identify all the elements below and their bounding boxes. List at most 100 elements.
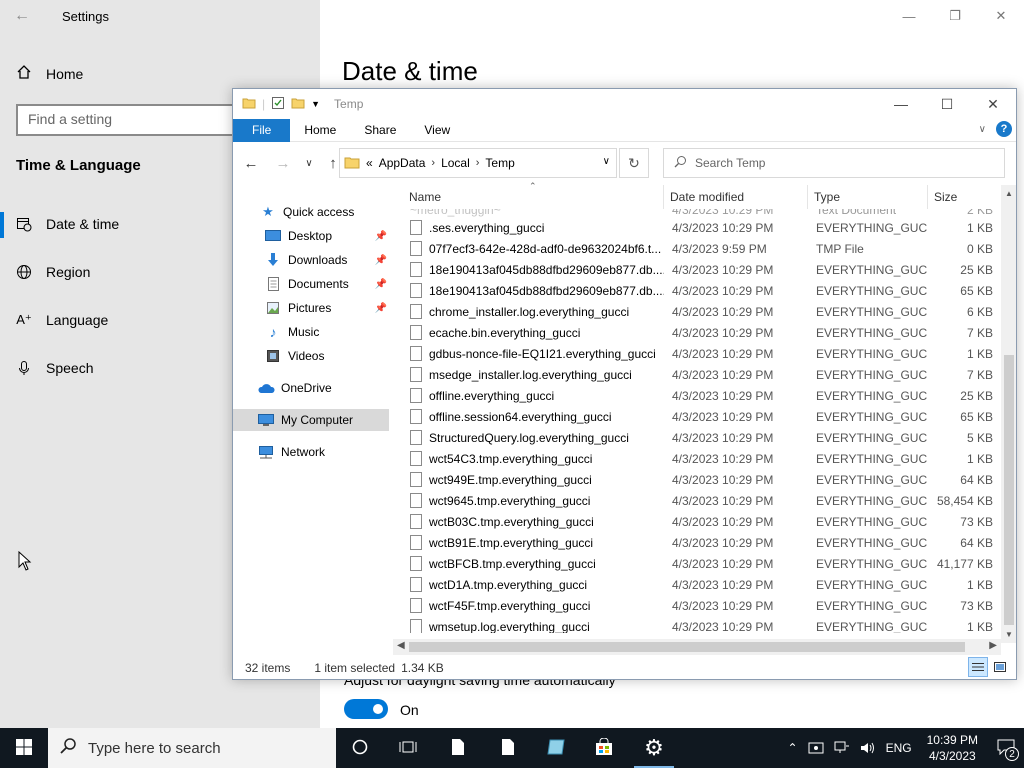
recent-locations-icon[interactable]: ∨: [297, 158, 321, 169]
table-row[interactable]: offline.everything_gucci 4/3/2023 10:29 P…: [403, 385, 1003, 406]
table-row[interactable]: wctF45F.tmp.everything_gucci 4/3/2023 10:…: [403, 595, 1003, 616]
back-arrow-icon[interactable]: ←: [239, 155, 263, 172]
taskbar-app-document-2[interactable]: [484, 728, 532, 768]
help-button[interactable]: ?: [996, 121, 1012, 137]
nav-my-computer[interactable]: My Computer: [233, 409, 389, 431]
horizontal-scrollbar[interactable]: ◀ ▶: [393, 639, 1001, 655]
chevron-right-icon[interactable]: ›: [431, 157, 435, 169]
restore-button[interactable]: ❐: [932, 0, 978, 32]
table-row[interactable]: wctB91E.tmp.everything_gucci 4/3/2023 10:…: [403, 532, 1003, 553]
scroll-down-icon[interactable]: ▼: [1001, 630, 1016, 639]
nav-network[interactable]: Network: [233, 441, 389, 463]
action-center-button[interactable]: 2: [988, 728, 1024, 768]
close-button[interactable]: ✕: [978, 0, 1024, 32]
table-row[interactable]: wmsetup.log.everything_gucci 4/3/2023 10:…: [403, 616, 1003, 633]
table-row[interactable]: StructuredQuery.log.everything_gucci 4/3/…: [403, 427, 1003, 448]
address-bar[interactable]: « AppData › Local › Temp ∨: [339, 148, 617, 178]
table-row[interactable]: .ses.everything_gucci 4/3/2023 10:29 PM EV…: [403, 217, 1003, 238]
table-row[interactable]: offline.session64.everything_gucci 4/3/20…: [403, 406, 1003, 427]
table-row[interactable]: wct54C3.tmp.everything_gucci 4/3/2023 10:…: [403, 448, 1003, 469]
nav-videos[interactable]: Videos: [233, 345, 389, 367]
close-button[interactable]: ✕: [970, 89, 1016, 119]
table-row[interactable]: ~metro_thuggin~ 4/3/2023 10:29 PM Text D…: [403, 209, 1003, 217]
pin-icon[interactable]: 📌: [375, 279, 387, 290]
clock[interactable]: 10:39 PM 4/3/2023: [917, 732, 988, 764]
nav-quick-access[interactable]: ★ Quick access: [233, 201, 389, 223]
breadcrumb-local[interactable]: Local: [441, 156, 470, 170]
nav-onedrive[interactable]: OneDrive: [233, 377, 389, 399]
scroll-up-icon[interactable]: ▲: [1001, 189, 1016, 198]
pin-icon[interactable]: 📌: [375, 231, 387, 242]
find-setting-input[interactable]: Find a setting: [16, 104, 246, 136]
breadcrumb-appdata[interactable]: AppData: [379, 156, 426, 170]
taskbar-app-document-1[interactable]: [434, 728, 482, 768]
start-button[interactable]: [0, 728, 48, 768]
scrollbar-thumb[interactable]: [409, 642, 965, 652]
forward-arrow-icon[interactable]: →: [271, 155, 295, 172]
input-language[interactable]: ENG: [881, 741, 917, 755]
nav-downloads[interactable]: Downloads 📌: [233, 249, 389, 271]
minimize-button[interactable]: —: [886, 0, 932, 32]
address-overflow[interactable]: «: [366, 156, 373, 170]
scrollbar-thumb[interactable]: [1004, 355, 1014, 625]
tray-app-icon[interactable]: [803, 741, 829, 755]
back-arrow-icon[interactable]: ←: [14, 7, 30, 25]
dst-toggle[interactable]: [344, 699, 388, 719]
column-header-size[interactable]: Size: [928, 185, 1003, 209]
chevron-right-icon[interactable]: ›: [476, 157, 480, 169]
tab-home[interactable]: Home: [290, 119, 350, 142]
breadcrumb-temp[interactable]: Temp: [485, 156, 514, 170]
network-status-icon[interactable]: [829, 741, 855, 755]
customize-toolbar-icon[interactable]: ▼: [311, 99, 320, 109]
table-row[interactable]: 07f7ecf3-642e-428d-adf0-de9632024bf6.t..…: [403, 238, 1003, 259]
nav-pictures[interactable]: Pictures 📌: [233, 297, 389, 319]
search-input[interactable]: Search Temp: [663, 148, 1005, 178]
taskbar-app-settings[interactable]: ⚙: [630, 728, 678, 768]
scroll-left-icon[interactable]: ◀: [397, 640, 405, 651]
chevron-up-icon[interactable]: ⌃: [783, 741, 803, 755]
table-row[interactable]: wct949E.tmp.everything_gucci 4/3/2023 10:…: [403, 469, 1003, 490]
taskbar-app-store[interactable]: [580, 728, 628, 768]
expand-ribbon-icon[interactable]: ∨: [979, 124, 986, 135]
table-row[interactable]: msedge_installer.log.everything_gucci 4/3…: [403, 364, 1003, 385]
minimize-button[interactable]: —: [878, 89, 924, 119]
table-row[interactable]: ecache.bin.everything_gucci 4/3/2023 10:2…: [403, 322, 1003, 343]
settings-home[interactable]: Home: [16, 64, 83, 83]
table-row[interactable]: 18e190413af045db88dfbd29609eb877.db.... 4…: [403, 259, 1003, 280]
tab-share[interactable]: Share: [350, 119, 410, 142]
chevron-down-icon[interactable]: ∨: [603, 156, 610, 167]
taskbar-app-notepad[interactable]: [532, 728, 580, 768]
nav-desktop[interactable]: Desktop 📌: [233, 225, 389, 247]
table-row[interactable]: wctB03C.tmp.everything_gucci 4/3/2023 10:…: [403, 511, 1003, 532]
taskbar-search[interactable]: Type here to search: [48, 728, 336, 768]
settings-nav-region[interactable]: Region: [16, 264, 90, 280]
vertical-scrollbar[interactable]: ▲ ▼: [1001, 185, 1016, 643]
properties-icon[interactable]: [271, 96, 285, 113]
column-header-date[interactable]: Date modified: [664, 185, 808, 209]
large-icons-view-icon[interactable]: [990, 657, 1010, 677]
table-row[interactable]: gdbus-nonce-file-EQ1I21.everything_gucci…: [403, 343, 1003, 364]
column-header-type[interactable]: Type: [808, 185, 928, 209]
volume-icon[interactable]: [855, 741, 881, 755]
maximize-button[interactable]: ☐: [924, 89, 970, 119]
cortana-button[interactable]: [336, 728, 384, 768]
settings-nav-date-time[interactable]: Date & time: [16, 216, 119, 232]
pin-icon[interactable]: 📌: [375, 255, 387, 266]
nav-documents[interactable]: Documents 📌: [233, 273, 389, 295]
explorer-titlebar[interactable]: | ▼ Temp — ☐ ✕: [233, 89, 1016, 119]
settings-nav-speech[interactable]: Speech: [16, 360, 93, 376]
scroll-right-icon[interactable]: ▶: [989, 640, 997, 651]
refresh-button[interactable]: ↻: [619, 148, 649, 178]
table-row[interactable]: wctD1A.tmp.everything_gucci 4/3/2023 10:2…: [403, 574, 1003, 595]
table-row[interactable]: chrome_installer.log.everything_gucci 4/3…: [403, 301, 1003, 322]
new-folder-icon[interactable]: [291, 96, 305, 113]
task-view-button[interactable]: [384, 728, 432, 768]
table-row[interactable]: wctBFCB.tmp.everything_gucci 4/3/2023 10:…: [403, 553, 1003, 574]
column-header-name[interactable]: Name: [403, 185, 664, 209]
details-view-icon[interactable]: [968, 657, 988, 677]
nav-music[interactable]: ♪ Music: [233, 321, 389, 343]
table-row[interactable]: 18e190413af045db88dfbd29609eb877.db.... 4…: [403, 280, 1003, 301]
table-row[interactable]: wct9645.tmp.everything_gucci 4/3/2023 10:…: [403, 490, 1003, 511]
pin-icon[interactable]: 📌: [375, 303, 387, 314]
settings-nav-language[interactable]: A⁺ Language: [16, 312, 108, 328]
